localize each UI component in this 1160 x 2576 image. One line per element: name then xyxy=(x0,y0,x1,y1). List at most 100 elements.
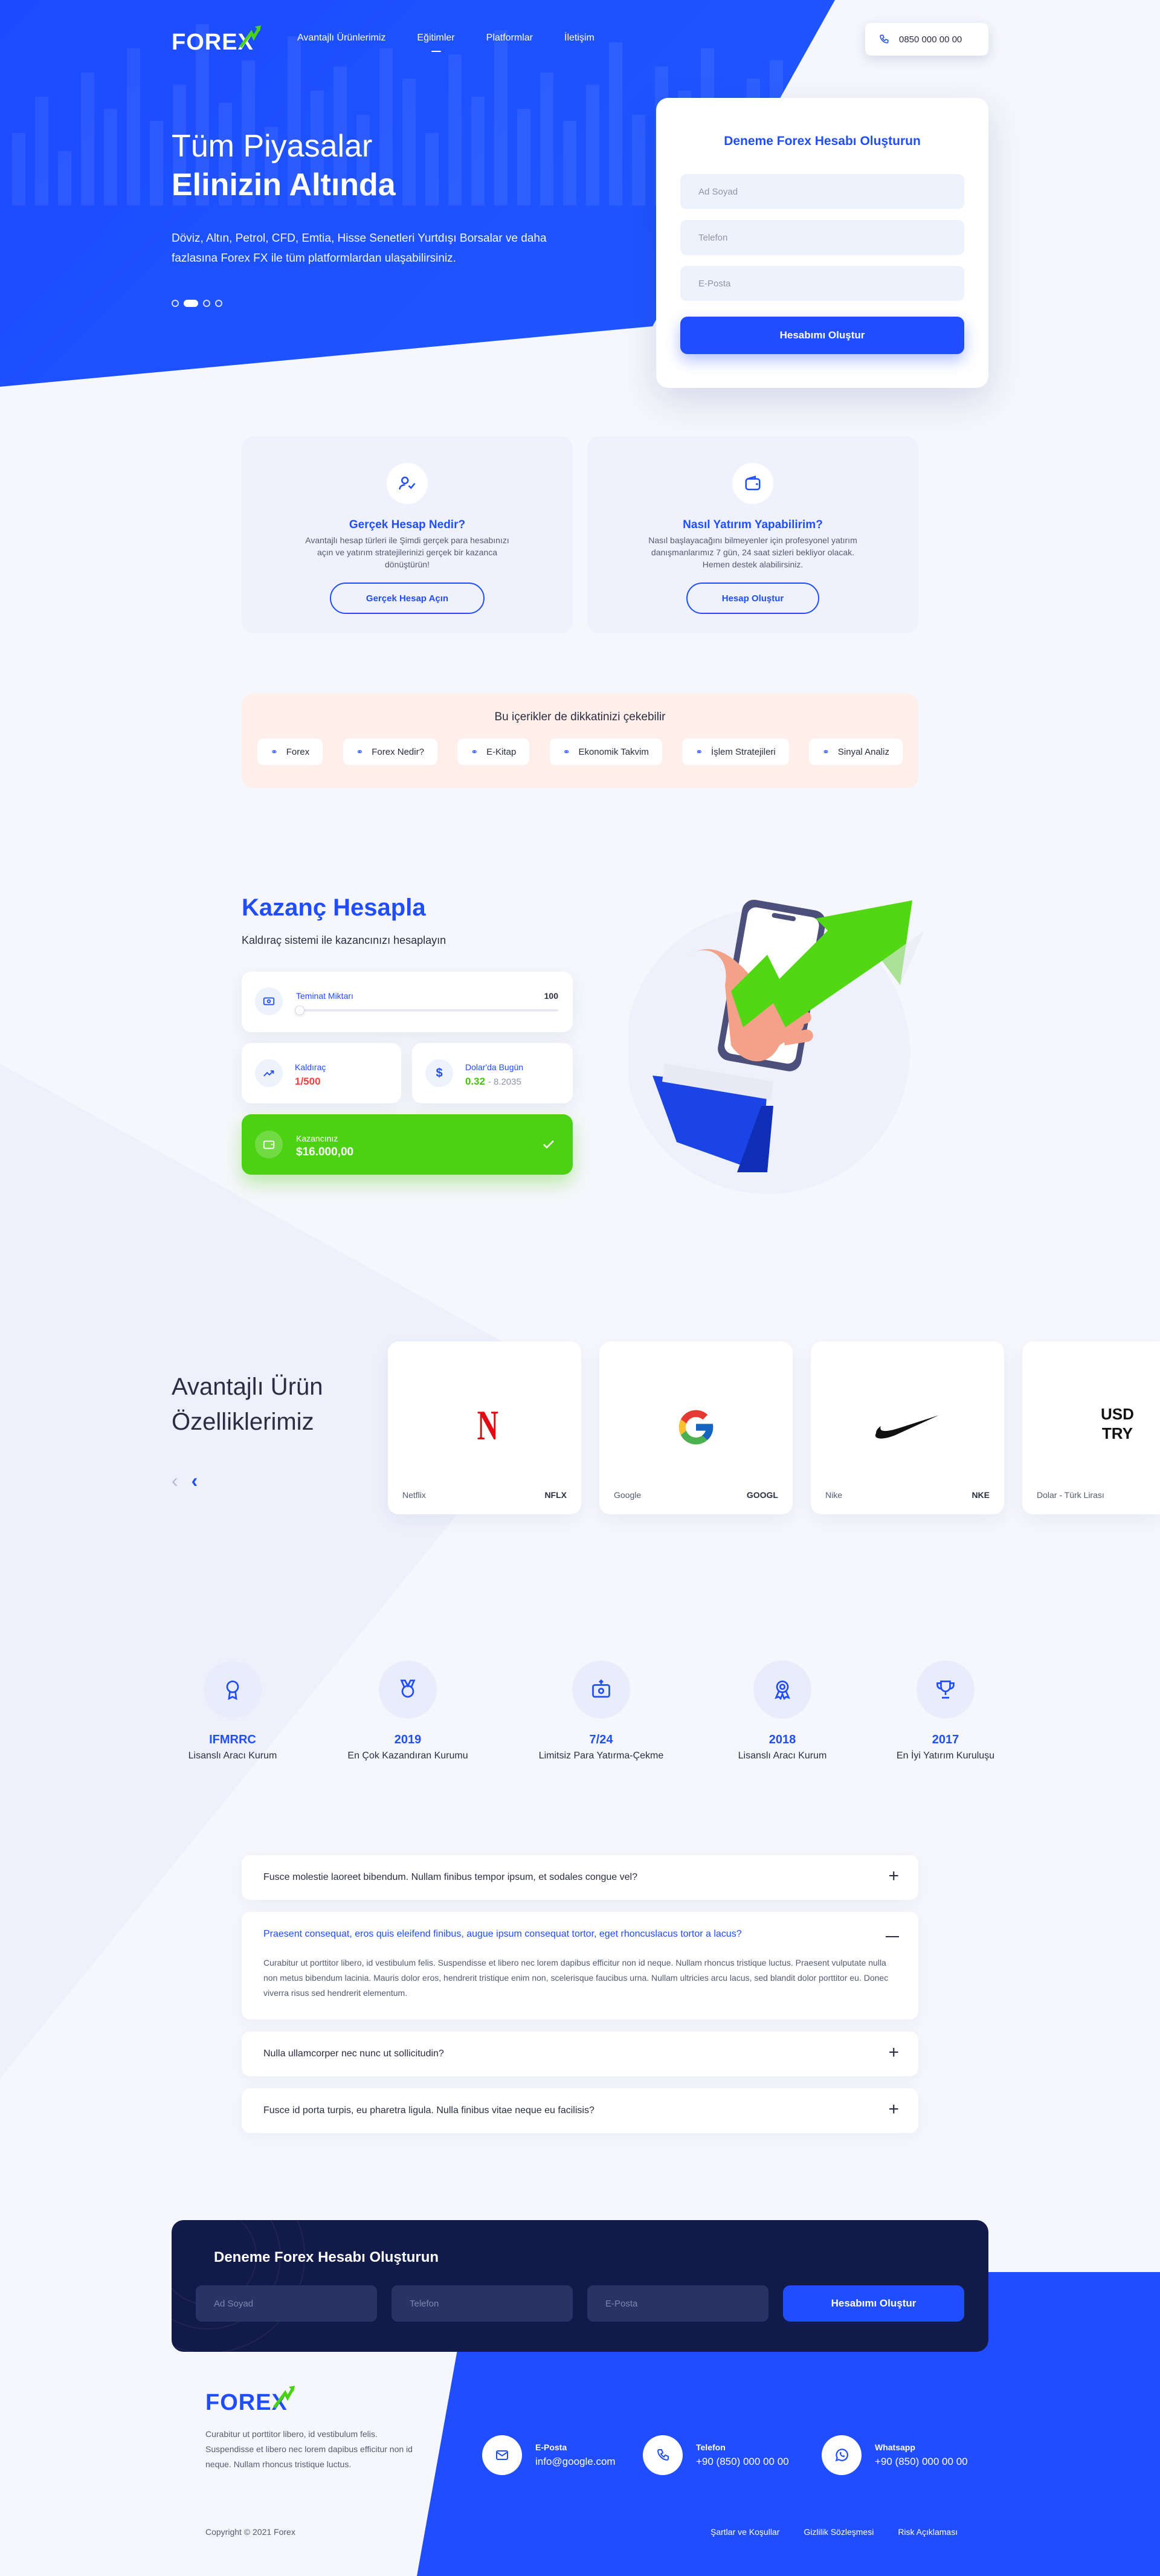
open-real-account-button[interactable]: Gerçek Hesap Açın xyxy=(330,583,485,614)
plus-icon[interactable]: + xyxy=(888,2042,899,2063)
product-card-google[interactable]: Google GOOGL xyxy=(599,1341,793,1514)
hand-phone-illustration xyxy=(628,899,924,1194)
nav-link-contact[interactable]: İletişim xyxy=(564,33,594,44)
product-card-netflix[interactable]: N Netflix NFLX xyxy=(388,1341,581,1514)
faq-item[interactable]: Fusce id porta turpis, eu pharetra ligul… xyxy=(242,2088,918,2133)
slider-dot-active[interactable] xyxy=(184,300,198,307)
slider-dot[interactable] xyxy=(203,300,210,307)
calculator-subtitle: Kaldıraç sistemi ile kazancınızı hesapla… xyxy=(242,934,446,946)
stat-value: 2018 xyxy=(768,1733,796,1746)
footer-signup-title: Deneme Forex Hesabı Oluşturun xyxy=(214,2249,439,2265)
leverage-value[interactable]: 1/500 xyxy=(295,1076,321,1088)
link-icon: ⚭ xyxy=(356,746,364,757)
contact-email[interactable]: E-Posta info@google.com xyxy=(482,2435,621,2475)
check-icon xyxy=(543,1140,554,1149)
topic-chip-forex[interactable]: ⚭ Forex xyxy=(257,738,323,765)
info-card-title: Gerçek Hesap Nedir? xyxy=(349,518,466,531)
products-title-line2: Özelliklerimiz xyxy=(172,1409,314,1435)
plus-icon[interactable]: + xyxy=(888,1866,899,1887)
hero-bar xyxy=(632,115,645,205)
terms-link[interactable]: Şartlar ve Koşullar xyxy=(710,2527,779,2537)
footer-email-input[interactable]: E-Posta xyxy=(587,2285,768,2322)
header-phone-button[interactable]: 0850 000 00 00 xyxy=(865,23,988,56)
footer-name-input[interactable]: Ad Soyad xyxy=(196,2285,377,2322)
topic-chip-strategies[interactable]: ⚭ İşlem Stratejileri xyxy=(682,738,789,765)
slider-dot[interactable] xyxy=(172,300,179,307)
faq-item[interactable]: Nulla ullamcorper nec nunc ut sollicitud… xyxy=(242,2032,918,2076)
footer-logo[interactable]: FOREX xyxy=(205,2383,296,2416)
risk-link[interactable]: Risk Açıklaması xyxy=(898,2527,958,2537)
footer-submit-button[interactable]: Hesabımı Oluştur xyxy=(783,2285,964,2322)
usd-rate: - 8.2035 xyxy=(488,1077,521,1087)
header-phone-number: 0850 000 00 00 xyxy=(899,34,962,45)
calculator-title: Kazanç Hesapla xyxy=(242,894,426,921)
topic-chip-ebook[interactable]: ⚭ E-Kitap xyxy=(457,738,530,765)
link-icon: ⚭ xyxy=(562,746,570,757)
stat-value: IFMRRC xyxy=(209,1733,256,1746)
netflix-logo-icon: N xyxy=(477,1403,498,1449)
stat-item: 2017 En İyi Yatırım Kuruluşu xyxy=(885,1661,1006,1761)
margin-slider-handle[interactable] xyxy=(295,1006,304,1015)
margin-slider-track[interactable] xyxy=(296,1009,558,1012)
plus-icon[interactable]: + xyxy=(888,2099,899,2120)
topic-chip-calendar[interactable]: ⚭ Ekonomik Takvim xyxy=(549,738,662,765)
contact-phone[interactable]: Telefon +90 (850) 000 00 00 xyxy=(643,2435,800,2475)
hero-description: Döviz, Altın, Petrol, CFD, Emtia, Hisse … xyxy=(172,232,547,265)
product-card-nike[interactable]: Nike NKE xyxy=(811,1341,1004,1514)
hero-title-bold: Elinizin Altında xyxy=(172,167,396,202)
product-card-usdtry[interactable]: USD TRY Dolar - Türk Lirası xyxy=(1022,1341,1160,1514)
slider-dot[interactable] xyxy=(215,300,222,307)
cash-icon xyxy=(572,1661,630,1719)
wallet-icon xyxy=(255,1131,283,1158)
faq-item[interactable]: Fusce molestie laoreet bibendum. Nullam … xyxy=(242,1855,918,1900)
footer-phone-input[interactable]: Telefon xyxy=(392,2285,573,2322)
stat-label: En İyi Yatırım Kuruluşu xyxy=(896,1751,995,1761)
product-name: Google xyxy=(614,1490,642,1500)
main-nav: Avantajlı Ürünlerimiz Eğitimler Platform… xyxy=(297,33,594,44)
faq-answer: Curabitur ut porttitor libero, id vestib… xyxy=(263,1958,889,1998)
signup-email-input[interactable]: E-Posta xyxy=(680,266,964,301)
usd-value: 0.32 xyxy=(465,1076,486,1087)
stat-value: 2017 xyxy=(932,1733,959,1746)
chevron-left-icon[interactable]: ‹ xyxy=(172,1470,178,1492)
faq-item-open[interactable]: Praesent consequat, eros quis eleifend f… xyxy=(242,1912,918,2019)
chevron-right-icon[interactable]: ‹ xyxy=(192,1470,198,1492)
footer-legal-links: Şartlar ve Koşullar Gizlilik Sözleşmesi … xyxy=(710,2527,958,2537)
nav-link-education[interactable]: Eğitimler xyxy=(417,33,454,44)
user-check-icon xyxy=(387,463,428,504)
nav-link-platforms[interactable]: Platformlar xyxy=(486,33,533,44)
earnings-value: $16.000,00 xyxy=(296,1146,354,1158)
stat-value: 7/24 xyxy=(589,1733,613,1746)
info-card-text: Avantajlı hesap türleri ile Şimdi gerçek… xyxy=(305,535,509,569)
signup-phone-input[interactable]: Telefon xyxy=(680,220,964,255)
stat-item: IFMRRC Lisanslı Aracı Kurum xyxy=(172,1661,293,1761)
trend-up-icon xyxy=(255,1059,283,1087)
leverage-label: Kaldıraç xyxy=(295,1062,326,1072)
topic-chip-signal[interactable]: ⚭ Sinyal Analiz xyxy=(809,738,903,765)
rosette-icon xyxy=(753,1661,811,1719)
margin-amount-card: Teminat Miktarı 100 xyxy=(242,972,573,1032)
signup-name-input[interactable]: Ad Soyad xyxy=(680,174,964,209)
signup-submit-button[interactable]: Hesabımı Oluştur xyxy=(680,317,964,354)
phone-icon xyxy=(643,2435,683,2475)
faq-question: Fusce id porta turpis, eu pharetra ligul… xyxy=(263,2105,594,2116)
info-card-text: Nasıl başlayacağını bilmeyenler için pro… xyxy=(648,535,857,569)
whatsapp-icon xyxy=(822,2435,862,2475)
hero-bar xyxy=(58,151,71,205)
nav-link-products[interactable]: Avantajlı Ürünlerimiz xyxy=(297,33,385,44)
stat-label: Limitsiz Para Yatırma-Çekme xyxy=(538,1751,664,1761)
stat-item: 2019 En Çok Kazandıran Kurumu xyxy=(335,1661,480,1761)
contact-whatsapp[interactable]: Whatsapp +90 (850) 000 00 00 xyxy=(822,2435,985,2475)
privacy-link[interactable]: Gizlilik Sözleşmesi xyxy=(804,2527,874,2537)
product-name: Netflix xyxy=(402,1490,426,1500)
cash-icon xyxy=(255,987,283,1015)
stat-item: 7/24 Limitsiz Para Yatırma-Çekme xyxy=(523,1661,680,1761)
product-code: GOOGL xyxy=(746,1490,778,1500)
faq-question: Nulla ullamcorper nec nunc ut sollicitud… xyxy=(263,2048,444,2059)
logo[interactable]: FOREX xyxy=(172,23,262,56)
create-account-button[interactable]: Hesap Oluştur xyxy=(686,583,819,614)
info-card-title: Nasıl Yatırım Yapabilirim? xyxy=(683,518,823,531)
topic-chip-forex-what[interactable]: ⚭ Forex Nedir? xyxy=(343,738,437,765)
minus-icon[interactable] xyxy=(886,1936,899,1937)
stat-label: Lisanslı Aracı Kurum xyxy=(738,1751,827,1761)
